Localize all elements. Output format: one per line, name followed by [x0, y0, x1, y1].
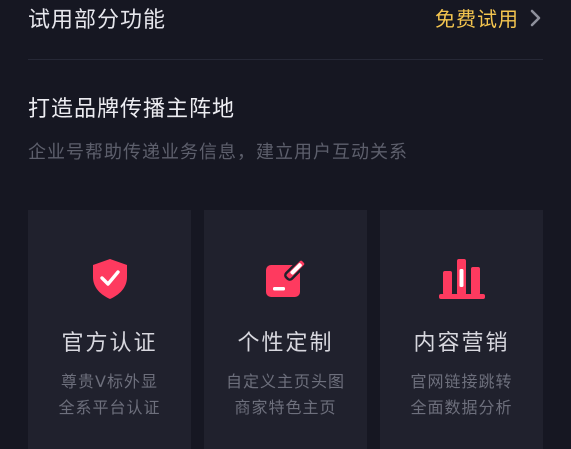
feature-card-official-verification[interactable]: 官方认证 尊贵V标外显 全系平台认证	[28, 210, 191, 449]
section-title: 打造品牌传播主阵地	[28, 97, 236, 122]
section-subtitle: 企业号帮助传递业务信息，建立用户互动关系	[28, 142, 408, 163]
feature-cards: 官方认证 尊贵V标外显 全系平台认证 个性定制 自定义主页头图 商家特色主页 内…	[28, 210, 543, 449]
feature-description: 官网链接跳转 全面数据分析	[410, 369, 512, 421]
free-trial-label: 免费试用	[435, 7, 519, 31]
feature-desc-line: 尊贵V标外显	[61, 372, 158, 391]
feature-desc-line: 全面数据分析	[410, 398, 513, 417]
feature-desc-line: 自定义主页头图	[225, 372, 345, 391]
feature-desc-line: 官网链接跳转	[410, 372, 513, 391]
feature-title: 内容营销	[413, 331, 510, 356]
feature-description: 尊贵V标外显 全系平台认证	[58, 369, 160, 421]
feature-card-content-marketing[interactable]: 内容营销 官网链接跳转 全面数据分析	[380, 210, 543, 449]
shield-check-icon	[86, 255, 134, 303]
feature-desc-line: 商家特色主页	[234, 398, 337, 417]
bar-chart-icon	[438, 255, 486, 303]
free-trial-row[interactable]: 试用部分功能 免费试用	[28, 0, 543, 60]
chevron-right-icon	[529, 8, 543, 28]
feature-card-customization[interactable]: 个性定制 自定义主页头图 商家特色主页	[204, 210, 367, 449]
free-trial-link[interactable]: 免费试用	[435, 3, 543, 32]
trial-title: 试用部分功能	[28, 7, 167, 33]
feature-desc-line: 全系平台认证	[58, 398, 161, 417]
feature-title: 个性定制	[237, 331, 334, 356]
edit-customize-icon	[262, 255, 310, 303]
feature-description: 自定义主页头图 商家特色主页	[226, 369, 345, 421]
feature-title: 官方认证	[61, 331, 158, 356]
